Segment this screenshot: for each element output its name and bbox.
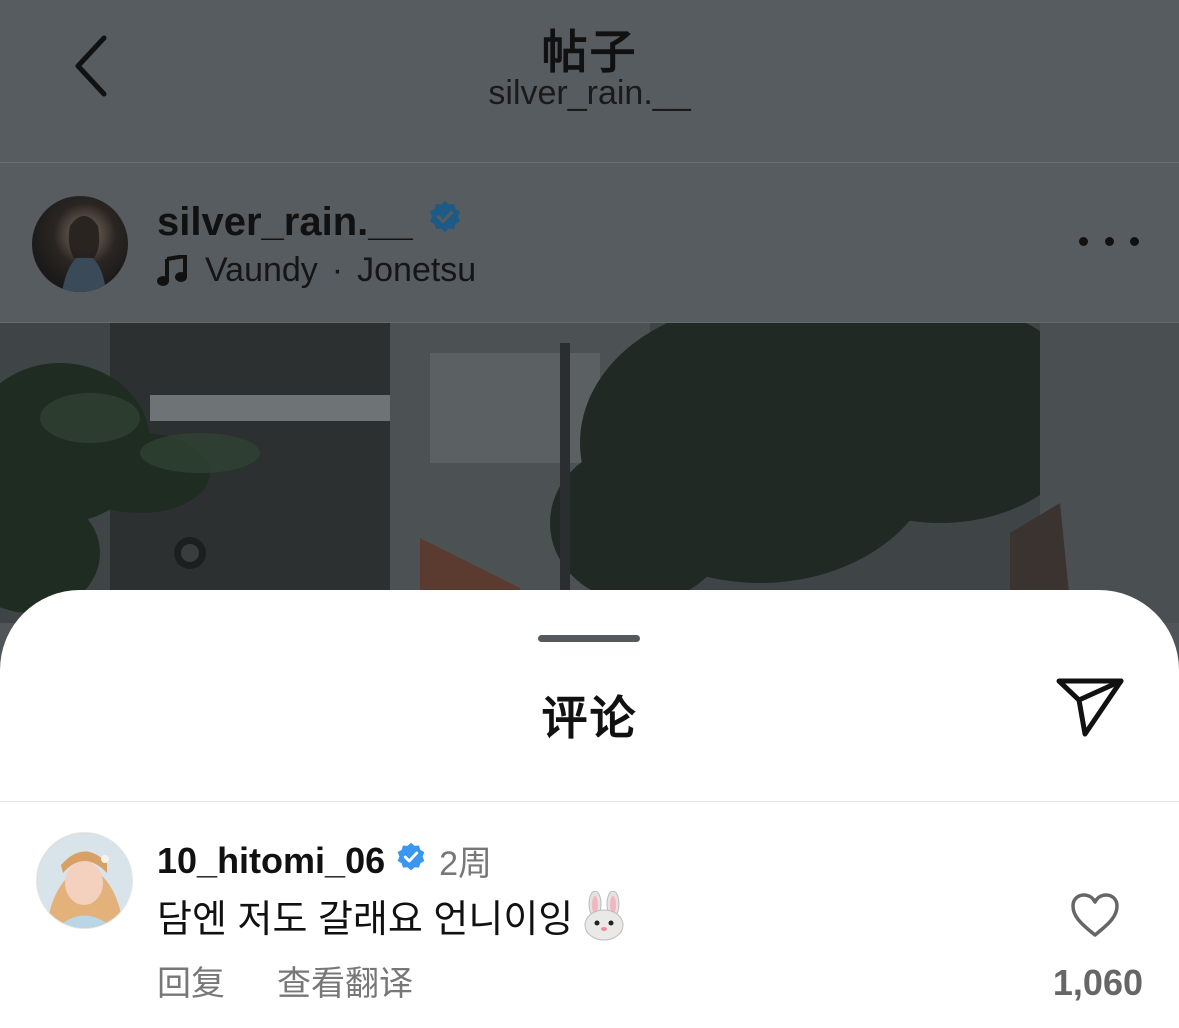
- comments-sheet: 评论 10_hitomi_06 2周 담엔 저도 갈래요 언니이잉 回复 查看翻…: [0, 590, 1179, 1028]
- verified-badge-icon: [395, 840, 427, 882]
- comments-sheet-title: 评论: [541, 692, 638, 744]
- commenter-username[interactable]: 10_hitomi_06: [157, 840, 385, 882]
- post-image[interactable]: [0, 323, 1179, 623]
- post-music-attribution[interactable]: Vaundy · Jonetsu: [157, 251, 476, 290]
- post-image-scene: [0, 323, 1179, 623]
- like-count: 1,060: [1052, 962, 1143, 1003]
- share-icon: [1056, 678, 1124, 737]
- like-button[interactable]: [1070, 892, 1120, 938]
- comment-timestamp: 2周: [439, 845, 493, 883]
- post-author-username[interactable]: silver_rain.__: [157, 200, 413, 245]
- comment-body: 담엔 저도 갈래요 언니이잉: [157, 888, 627, 943]
- page-subtitle: silver_rain.__: [488, 74, 691, 112]
- music-note-icon: [157, 254, 187, 287]
- music-track: Jonetsu: [357, 251, 477, 289]
- avatar-photo: [37, 833, 132, 928]
- avatar-photo: [62, 216, 106, 292]
- commenter-avatar[interactable]: [37, 833, 132, 928]
- music-artist: Vaundy: [205, 251, 318, 289]
- verified-badge-icon: [427, 199, 463, 245]
- more-dot: [1079, 236, 1088, 246]
- comment-header: 10_hitomi_06 2周: [157, 836, 492, 885]
- more-dot: [1104, 236, 1114, 246]
- more-options-button[interactable]: [1079, 221, 1139, 261]
- top-navigation-bar: 帖子 silver_rain.__: [0, 0, 1179, 163]
- post-author-avatar[interactable]: [32, 196, 128, 292]
- comment-text: 담엔 저도 갈래요 언니이잉: [157, 899, 574, 941]
- share-button[interactable]: [1055, 676, 1125, 738]
- rabbit-emoji-icon: [581, 890, 627, 941]
- more-dot: [1130, 236, 1139, 246]
- sheet-grabber-handle[interactable]: [538, 635, 640, 642]
- post-author-username-row[interactable]: silver_rain.__: [157, 199, 463, 245]
- heart-icon: [1071, 893, 1119, 937]
- music-separator: ·: [331, 251, 344, 289]
- page-title: 帖子: [541, 26, 638, 78]
- see-translation-button[interactable]: 查看翻译: [277, 956, 413, 1005]
- reply-button[interactable]: 回复: [157, 956, 225, 1005]
- sheet-divider: [0, 801, 1179, 802]
- post-header: silver_rain.__ Vaundy · Jonetsu: [0, 163, 1179, 323]
